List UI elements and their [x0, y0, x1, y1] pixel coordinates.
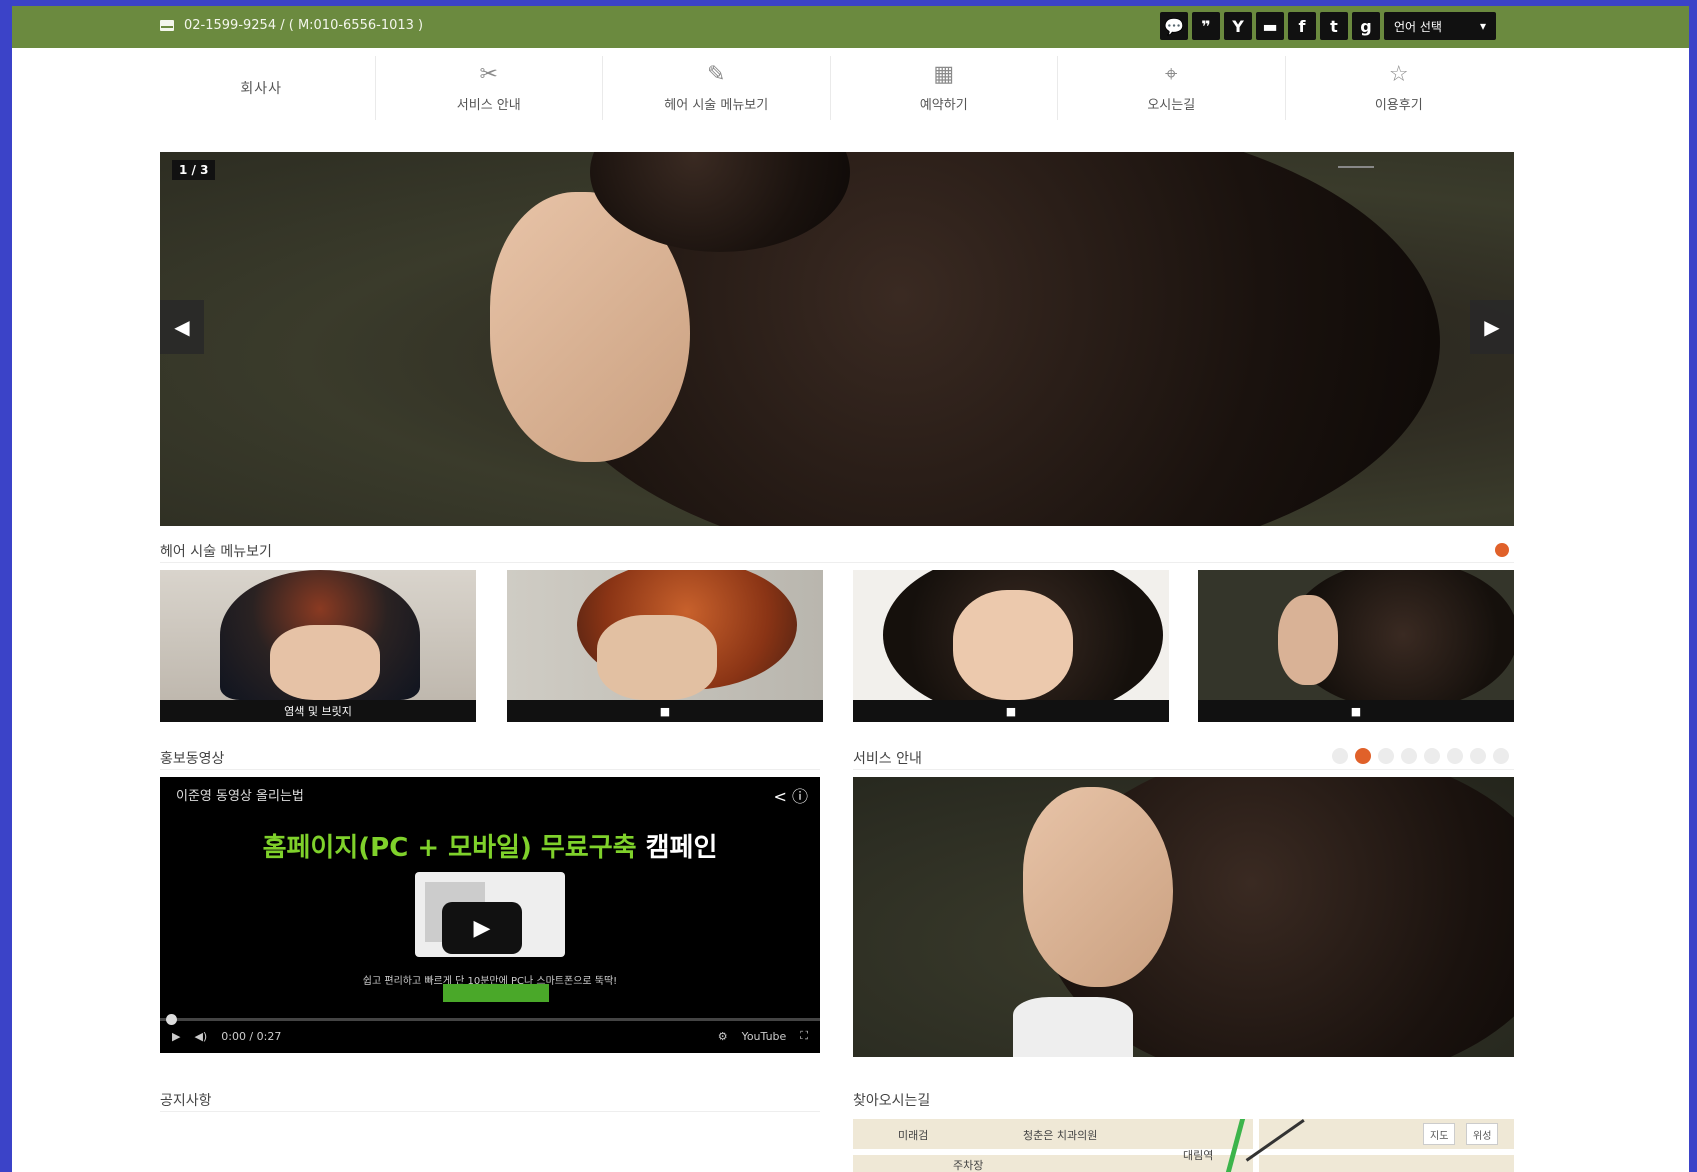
pagination-dot[interactable] [1401, 748, 1417, 764]
video-title: 이준영 동영상 올리는법 [176, 789, 304, 804]
language-select[interactable]: 언어 선택 ▾ [1384, 12, 1496, 40]
play-button[interactable]: ▶ [442, 902, 522, 954]
site-logo: 회사사 [240, 81, 283, 97]
calendar-icon: ▦ [933, 61, 955, 87]
pagination-dot[interactable] [1424, 748, 1440, 764]
service-pagination [1332, 748, 1509, 764]
pagination-dot[interactable] [1447, 748, 1463, 764]
service-image[interactable] [853, 777, 1514, 1057]
nav-item-hair-menu[interactable]: ✎ 헤어 시술 메뉴보기 [603, 56, 831, 120]
map-view-button[interactable]: 지도 [1423, 1123, 1456, 1145]
map-label: 대림역 [1183, 1149, 1214, 1162]
cta-button [443, 984, 549, 1002]
service-shirt-shape [1013, 997, 1133, 1057]
pagination-dot[interactable] [1332, 748, 1348, 764]
chevron-down-icon: ▾ [1479, 19, 1486, 33]
nav-item-reviews[interactable]: ☆ 이용후기 [1286, 56, 1513, 120]
googleplus-icon[interactable]: g [1352, 12, 1380, 40]
scissors-icon: ✂ [479, 61, 498, 87]
nav-item-label: 오시는길 [1147, 97, 1196, 113]
brush-icon: ✎ [707, 61, 726, 87]
thumb-caption: ■ [1198, 700, 1514, 722]
divider [160, 562, 1514, 563]
volume-icon[interactable]: ◀) [194, 1030, 207, 1043]
nav-logo[interactable]: 회사사 [148, 56, 376, 120]
thumb-card[interactable]: 염색 및 브릿지 [160, 570, 476, 722]
social-links: 💬 ❞ Y ▬ f t g 언어 선택 ▾ [1160, 12, 1496, 40]
thumb-image [160, 570, 476, 700]
phone-info: 02-1599-9254 / ( M:010-6556-1013 ) [160, 18, 423, 33]
section-title-notice: 공지사항 [160, 1093, 212, 1109]
nav-item-label: 예약하기 [919, 97, 968, 113]
share-info-icon[interactable]: < ⓘ [774, 783, 809, 807]
divider [853, 769, 1514, 770]
play-icon[interactable]: ▶ [172, 1030, 180, 1043]
section-title-map: 찾아오시는길 [853, 1093, 931, 1109]
mail-icon [160, 20, 174, 31]
slide-indicator [1338, 166, 1374, 168]
kakaostory-icon[interactable]: ❞ [1192, 12, 1220, 40]
more-button[interactable] [1495, 543, 1509, 557]
section-title-service: 서비스 안내 [853, 751, 922, 767]
thumb-caption: 염색 및 브릿지 [160, 700, 476, 722]
top-bar: 02-1599-9254 / ( M:010-6556-1013 ) 💬 ❞ Y… [12, 6, 1689, 48]
map-road [1253, 1119, 1259, 1172]
video-headline: 홈페이지(PC + 모바일) 무료구축 캠페인 [160, 827, 820, 864]
pagination-dot-active[interactable] [1355, 748, 1371, 764]
pagination-dot[interactable] [1470, 748, 1486, 764]
video-time: 0:00 / 0:27 [221, 1029, 282, 1043]
nav-item-directions[interactable]: ⌖ 오시는길 [1058, 56, 1286, 120]
map-subway-line [1225, 1119, 1246, 1172]
facebook-icon[interactable]: f [1288, 12, 1316, 40]
slide-counter: 1 / 3 [172, 160, 216, 180]
youtube-logo[interactable]: YouTube [742, 1030, 787, 1043]
prev-slide-button[interactable]: ◀ [160, 300, 204, 354]
satellite-view-button[interactable]: 위성 [1466, 1123, 1499, 1145]
thumb-card[interactable]: ■ [853, 570, 1169, 722]
settings-icon[interactable]: ⚙ [718, 1030, 728, 1043]
kakaotalk-icon[interactable]: 💬 [1160, 12, 1188, 40]
headline-white: 캠페인 [645, 833, 718, 863]
map-pin-icon: ⌖ [1165, 61, 1178, 87]
star-icon: ☆ [1388, 61, 1409, 87]
map-label: 주차장 [953, 1159, 984, 1172]
thumb-image [507, 570, 823, 700]
pagination-dot[interactable] [1378, 748, 1394, 764]
nav-item-label: 이용후기 [1374, 97, 1423, 113]
thumb-caption: ■ [853, 700, 1169, 722]
thumb-caption: ■ [507, 700, 823, 722]
fullscreen-icon[interactable]: ⛶ [800, 1029, 808, 1043]
yozm-icon[interactable]: Y [1224, 12, 1252, 40]
map-label: 미래검 [898, 1129, 929, 1142]
divider [160, 1111, 820, 1112]
video-player[interactable]: 이준영 동영상 올리는법 < ⓘ 홈페이지(PC + 모바일) 무료구축 캠페인… [160, 777, 820, 1053]
next-slide-button[interactable]: ▶ [1470, 300, 1514, 354]
map-widget[interactable]: 미래검 청춘은 치과의원 주차장 대림역 지도 위성 [853, 1119, 1514, 1172]
nav-item-label: 헤어 시술 메뉴보기 [664, 97, 769, 113]
twitter-icon[interactable]: t [1320, 12, 1348, 40]
main-nav: 회사사 ✂ 서비스 안내 ✎ 헤어 시술 메뉴보기 ▦ 예약하기 ⌖ 오시는길 … [148, 56, 1512, 120]
divider [160, 769, 820, 770]
nav-item-label: 서비스 안내 [456, 97, 521, 113]
section-title-hair-menu: 헤어 시술 메뉴보기 [160, 544, 272, 560]
hero-slider[interactable]: 1 / 3 ◀ ▶ [160, 152, 1514, 526]
thumb-card[interactable]: ■ [507, 570, 823, 722]
nav-item-service[interactable]: ✂ 서비스 안내 [376, 56, 603, 120]
video-controls: ▶ ◀) 0:00 / 0:27 ⚙ YouTube ⛶ [160, 1019, 820, 1053]
pagination-dot[interactable] [1493, 748, 1509, 764]
thumb-image [853, 570, 1169, 720]
nav-item-reservation[interactable]: ▦ 예약하기 [831, 56, 1058, 120]
band-icon[interactable]: ▬ [1256, 12, 1284, 40]
thumb-card[interactable]: ■ [1198, 570, 1514, 722]
section-title-video: 홍보동영상 [160, 751, 225, 767]
phone-number: 02-1599-9254 / ( M:010-6556-1013 ) [184, 18, 424, 33]
language-label: 언어 선택 [1394, 19, 1442, 34]
map-label: 청춘은 치과의원 [1023, 1129, 1098, 1142]
thumb-image [1198, 570, 1514, 710]
headline-green: 홈페이지(PC + 모바일) 무료구축 [262, 833, 637, 863]
